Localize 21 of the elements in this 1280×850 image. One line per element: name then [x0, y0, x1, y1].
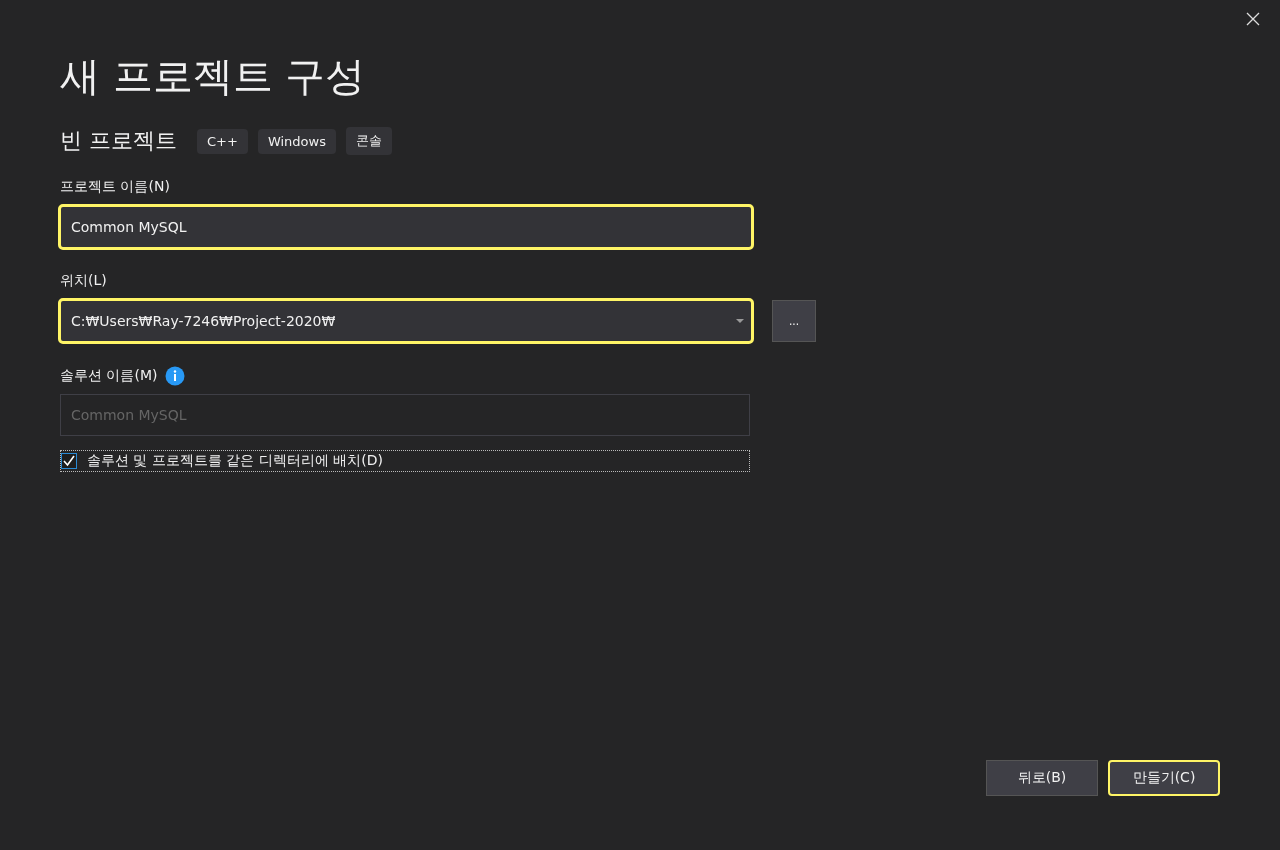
window-title: 새 프로젝트 구성 [60, 52, 367, 101]
close-icon [1246, 12, 1260, 26]
dropdown-caret-icon [736, 319, 744, 323]
template-tag: 콘솔 [345, 127, 392, 155]
project-name-field[interactable]: Common MySQL [58, 204, 754, 250]
checkbox-label: 솔루션 및 프로젝트를 같은 디렉터리에 배치(D) [87, 452, 383, 470]
dialog-button[interactable]: 만들기(C) [1108, 760, 1220, 796]
location-dropdown[interactable]: C:₩Users₩Ray-7246₩Project-2020₩ [58, 298, 754, 344]
field-label: 프로젝트 이름(N) [60, 178, 170, 196]
checkmark-icon [63, 455, 75, 467]
close-button[interactable] [1244, 10, 1262, 28]
info-icon[interactable] [165, 366, 186, 386]
template-name: 빈 프로젝트 [60, 127, 177, 155]
field-label: 솔루션 이름(M) [60, 367, 158, 385]
template-tag: Windows [257, 128, 336, 154]
browse-button[interactable]: ... [772, 300, 816, 342]
field-label: 위치(L) [60, 272, 107, 290]
checkbox[interactable] [61, 453, 77, 469]
same-directory-checkbox[interactable]: 솔루션 및 프로젝트를 같은 디렉터리에 배치(D) [60, 450, 750, 472]
dialog-button[interactable]: 뒤로(B) [986, 760, 1098, 796]
template-tag: C++ [197, 128, 248, 154]
